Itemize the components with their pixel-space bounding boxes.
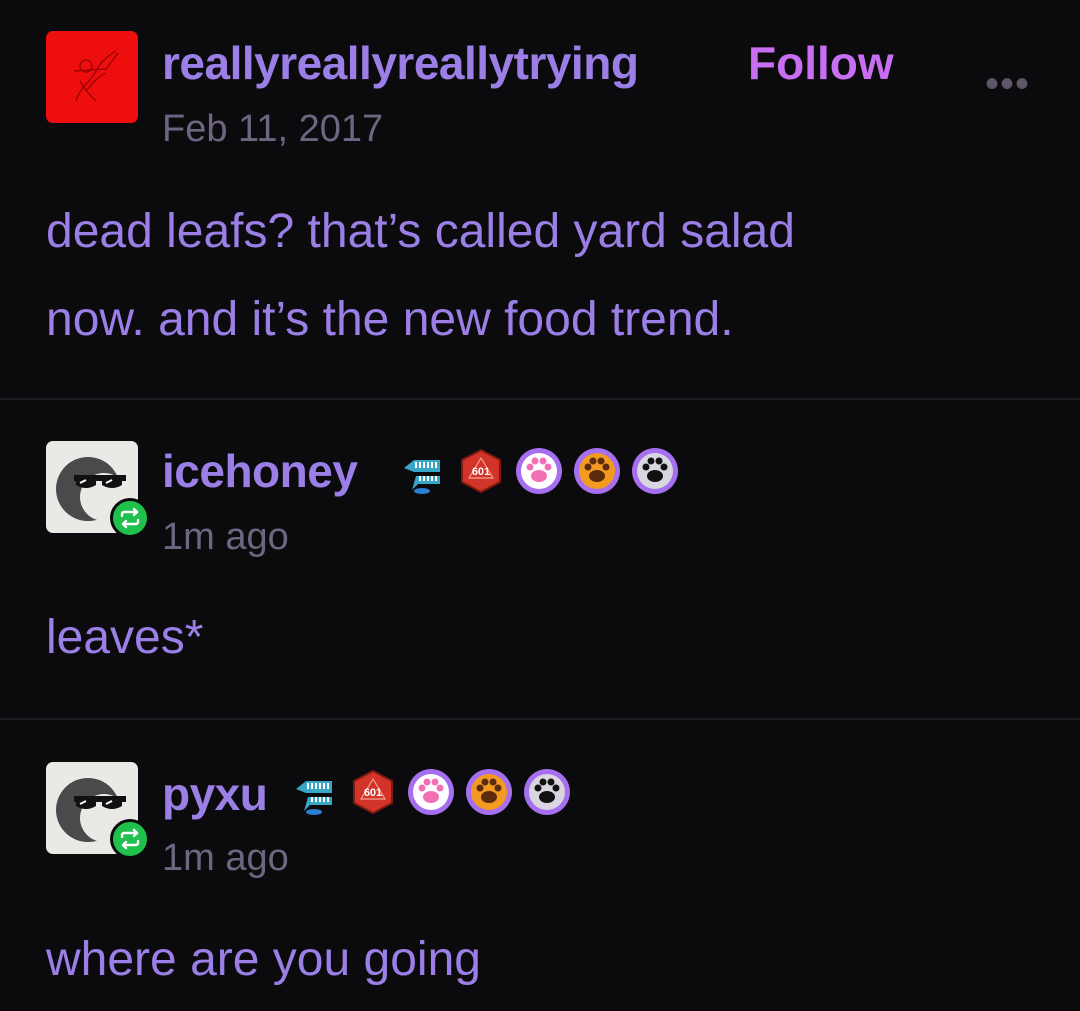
- black-paw-icon[interactable]: [522, 767, 572, 817]
- black-paw-icon[interactable]: [630, 446, 680, 496]
- d20-badge-text: 601: [364, 787, 382, 799]
- divider: [0, 398, 1080, 400]
- teeth-badge-icon[interactable]: [290, 767, 340, 817]
- post-timestamp[interactable]: 1m ago: [162, 837, 289, 880]
- divider: [0, 718, 1080, 720]
- pink-paw-icon[interactable]: [514, 446, 564, 496]
- post-body: dead leafs? that’s called yard salad now…: [46, 188, 795, 364]
- orange-paw-icon[interactable]: [464, 767, 514, 817]
- reblog-icon: [110, 819, 150, 859]
- username[interactable]: icehoney: [162, 444, 358, 498]
- orange-paw-icon[interactable]: [572, 446, 622, 496]
- pink-paw-icon[interactable]: [406, 767, 456, 817]
- post-body: where are you going: [46, 933, 481, 986]
- post-body-line: dead leafs? that’s called yard salad: [46, 205, 795, 258]
- reblog-icon: [110, 498, 150, 538]
- post-body: leaves*: [46, 611, 204, 664]
- badge-row: 601: [398, 446, 680, 496]
- post-timestamp[interactable]: 1m ago: [162, 516, 289, 559]
- avatar[interactable]: [46, 31, 138, 123]
- teeth-badge-icon[interactable]: [398, 446, 448, 496]
- d20-badge-icon[interactable]: 601: [348, 767, 398, 817]
- post-timestamp[interactable]: Feb 11, 2017: [162, 108, 383, 151]
- badge-row: 601: [290, 767, 572, 817]
- d20-badge-icon[interactable]: 601: [456, 446, 506, 496]
- username[interactable]: reallyreallyreallytrying: [162, 36, 639, 90]
- d20-badge-text: 601: [472, 466, 490, 478]
- more-icon[interactable]: •••: [985, 62, 1030, 107]
- post-body-line: now. and it’s the new food trend.: [46, 293, 734, 346]
- username[interactable]: pyxu: [162, 767, 268, 821]
- follow-button[interactable]: Follow: [748, 36, 894, 90]
